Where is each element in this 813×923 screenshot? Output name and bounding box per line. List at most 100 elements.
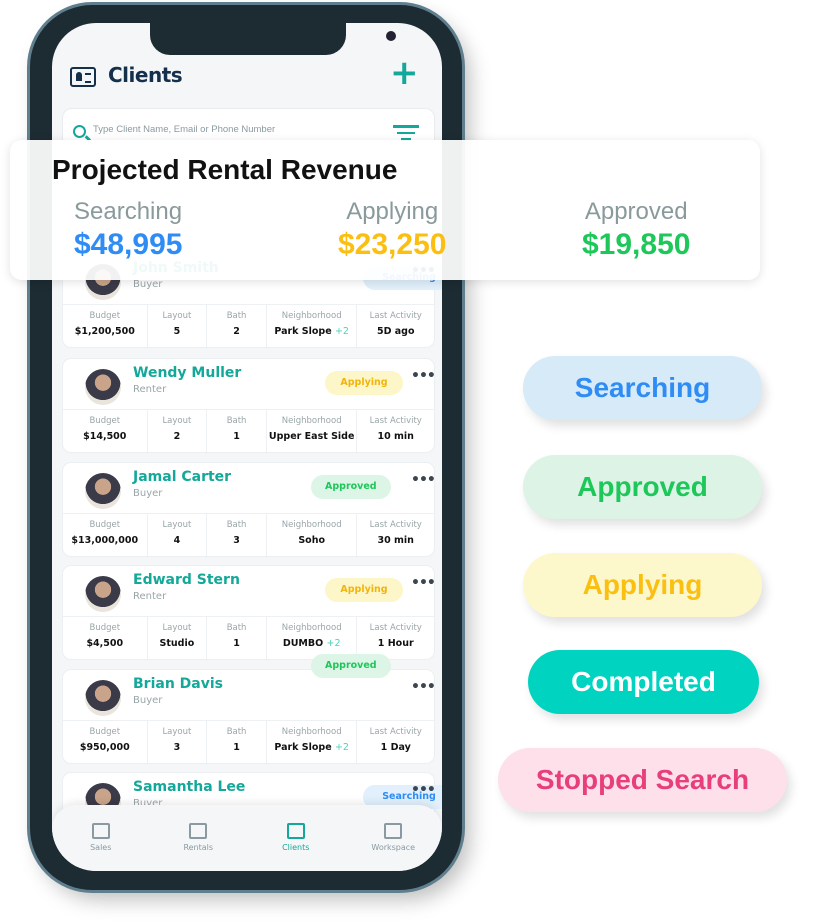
stat-value-text: Park Slope [274,326,332,337]
stat-label: Last Activity [369,416,422,426]
id-card-icon [286,823,305,839]
client-card[interactable]: Wendy Muller Renter Applying ••• Budget … [62,358,436,454]
stat-value-text: DUMBO [282,638,324,649]
tab-sales[interactable]: Sales [52,805,150,871]
client-card[interactable]: Brian Davis Buyer Approved ••• Budget $9… [62,654,436,765]
stat-value: Studio [148,638,207,649]
revenue-value: $19,850 [582,228,691,261]
client-stats: Budget $950,000 Layout 3 Bath 1 Neighbor… [63,720,434,765]
stat-neighborhood: Neighborhood Upper East Side [267,410,358,454]
client-name[interactable]: Jamal Carter [133,469,231,485]
client-card[interactable]: Jamal Carter Buyer Approved ••• Budget $… [62,462,436,558]
status-badge: Applying [325,578,403,602]
revenue-applying: Applying $23,250 [338,198,446,262]
stat-label: Layout [162,520,192,530]
client-name[interactable]: Brian Davis [133,676,223,692]
stat-value-text: 5 [173,326,181,337]
stat-label: Last Activity [369,311,422,321]
stat-neighborhood: Neighborhood Soho [267,514,358,558]
stat-value-text: 3 [173,742,181,753]
stat-value-text: 2 [233,326,240,337]
phone-frame: Clients + John Smith Buyer Searching •••… [30,5,462,890]
stat-label: Bath [226,623,247,633]
stat-budget: Budget $950,000 [63,721,148,765]
neighborhood-extra: +2 [326,638,341,649]
stat-label: Neighborhood [281,416,342,426]
status-badge: Approved [311,475,391,499]
avatar [85,576,121,612]
stat-value-text: $13,000,000 [71,535,139,546]
stat-bath: Bath 1 [207,410,267,454]
client-card[interactable]: Edward Stern Renter Applying ••• Budget … [62,565,436,661]
stat-label: Neighborhood [281,520,342,530]
status-pill-searching: Searching [523,356,762,420]
revenue-value: $23,250 [338,228,447,261]
revenue-value: $48,995 [74,228,183,261]
stat-value: 10 min [357,431,434,442]
stat-value-text: Upper East Side [268,431,355,442]
stat-value-text: 2 [173,431,181,442]
stat-value: 2 [148,431,207,442]
stat-label: Neighborhood [281,623,342,633]
stat-value-text: 10 min [377,431,414,442]
tab-label: Rentals [183,843,214,852]
plus-icon[interactable]: + [390,53,419,93]
more-icon[interactable]: ••• [411,782,436,798]
more-icon[interactable]: ••• [411,575,436,591]
tab-workspace[interactable]: Workspace [345,805,443,871]
avatar [85,473,121,509]
client-stats: Budget $13,000,000 Layout 4 Bath 3 Neigh… [63,513,434,558]
more-icon[interactable]: ••• [411,679,436,695]
stat-label: Layout [162,727,192,737]
stat-value-text: 1 [233,431,240,442]
status-pill-completed: Completed [528,650,759,714]
stat-value: 2 [207,326,266,337]
stat-layout: Layout 2 [148,410,208,454]
search-input[interactable] [93,124,383,135]
stat-value: 5D ago [357,326,434,337]
stat-value: Park Slope +2 [267,742,357,753]
tab-label: Sales [90,843,112,852]
stat-label: Neighborhood [281,727,342,737]
stat-value-text: 3 [233,535,240,546]
stat-value: Park Slope +2 [267,326,357,337]
client-name[interactable]: Samantha Lee [133,779,245,795]
stat-label: Budget [89,311,121,321]
status-badge: Approved [311,654,391,678]
stat-label: Bath [226,727,247,737]
workspace-icon [384,823,403,839]
stat-value-text: 1 [233,742,240,753]
notch [150,23,396,55]
stat-value: 1 [207,742,266,753]
client-name[interactable]: Wendy Muller [133,365,241,381]
stat-bath: Bath 3 [207,514,267,558]
stat-label: Budget [89,623,121,633]
tab-rentals[interactable]: Rentals [150,805,248,871]
stat-label: Bath [226,311,247,321]
filter-icon[interactable] [393,125,419,141]
stat-label: Neighborhood [281,311,342,321]
client-name[interactable]: Edward Stern [133,572,240,588]
stat-value: DUMBO +2 [267,638,357,649]
stat-value: $14,500 [63,431,147,442]
stat-value: 1 [207,431,266,442]
stat-label: Layout [162,623,192,633]
stat-value-text: $1,200,500 [74,326,135,337]
stat-value: 1 [207,638,266,649]
status-pill-stopped-search: Stopped Search [498,748,787,812]
tab-bar: Sales Rentals Clients Workspace [52,805,442,871]
neighborhood-extra: +2 [334,742,349,753]
tab-clients[interactable]: Clients [247,805,345,871]
stat-value-text: 1 [233,638,240,649]
more-icon[interactable]: ••• [411,472,436,488]
stat-label: Last Activity [369,623,422,633]
stat-label: Budget [89,520,121,530]
stat-value: 5 [148,326,207,337]
stat-value-text: Soho [298,535,326,546]
more-icon[interactable]: ••• [411,368,436,384]
client-role: Buyer [133,695,163,706]
status-pill-applying: Applying [523,553,762,617]
stat-layout: Layout 3 [148,721,208,765]
stat-value-text: 1 Day [380,742,411,753]
neighborhood-extra: +2 [334,326,349,337]
